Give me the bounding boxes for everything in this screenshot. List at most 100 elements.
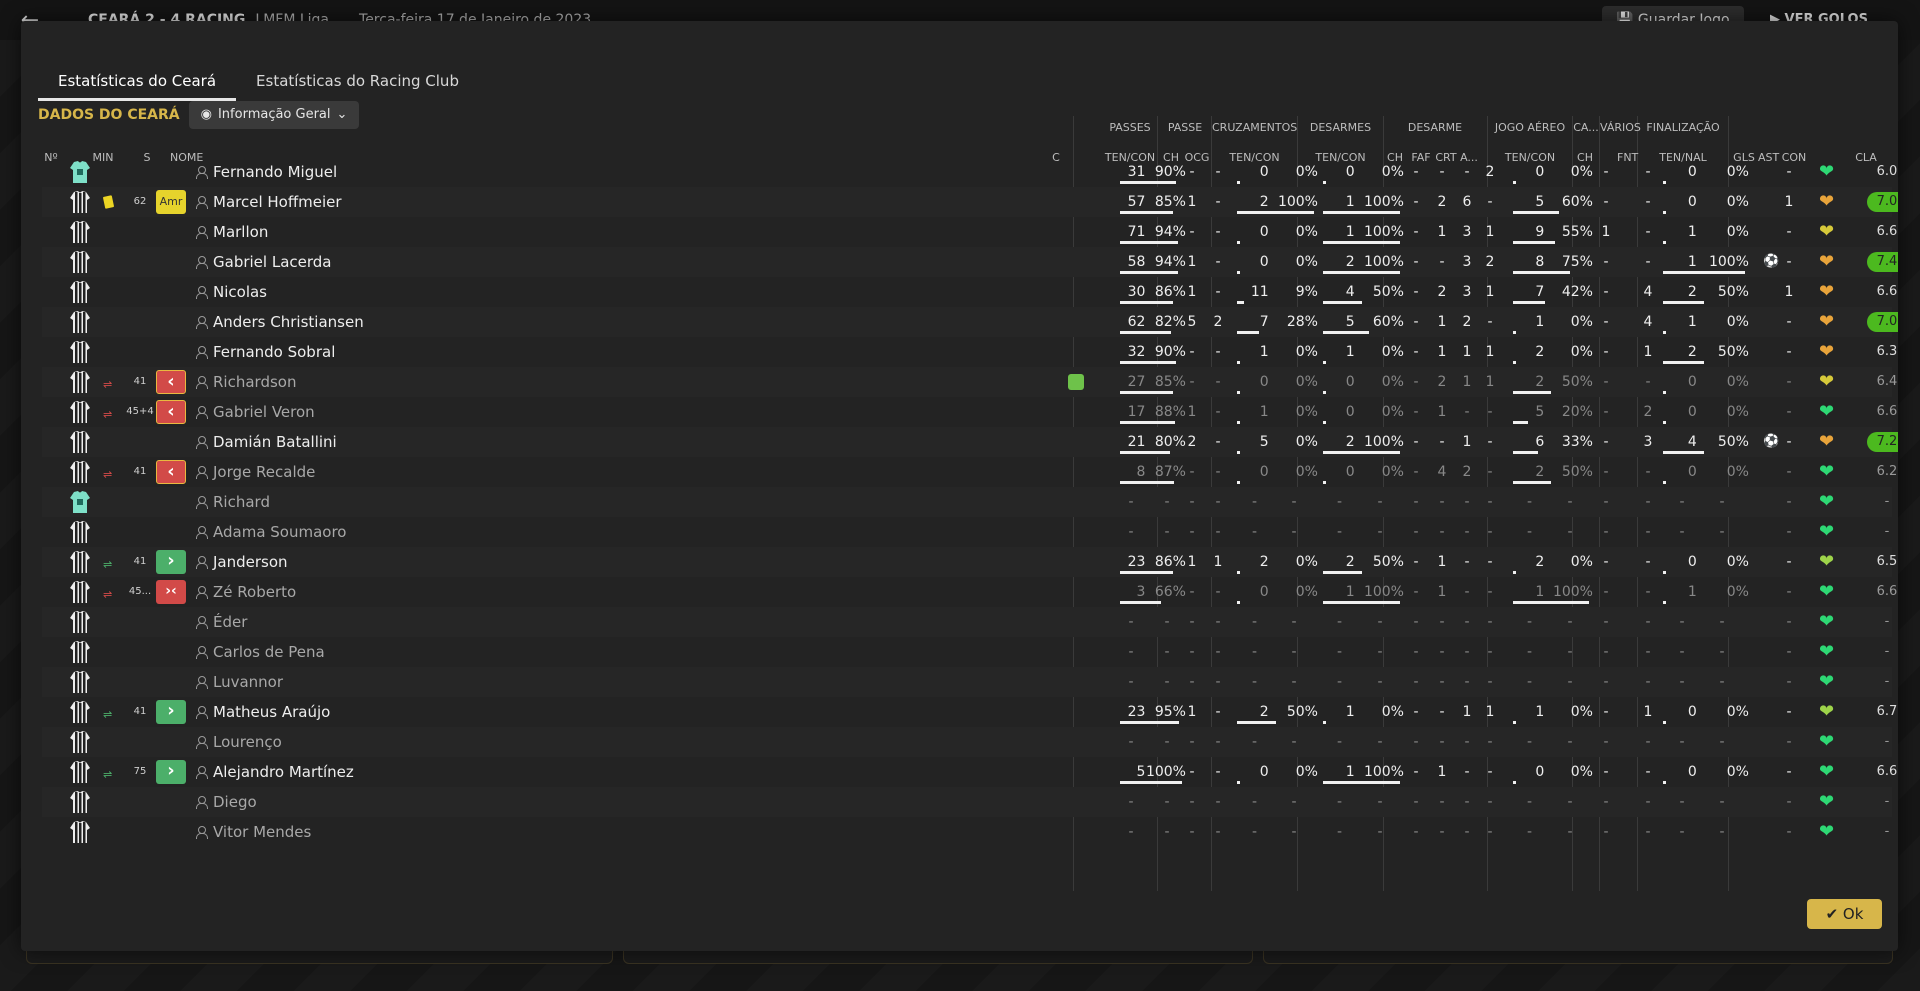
player-rating: 6.5 (1876, 554, 1898, 569)
various-fnt: 1 (1643, 704, 1653, 720)
table-row[interactable]: Lourenço - - - - - - - - - - - - - - - - - - - ❤ - (42, 727, 1892, 757)
player-name[interactable]: Fernando Miguel (213, 157, 337, 187)
assists: - (1786, 164, 1792, 180)
empty-value: - (1413, 644, 1419, 660)
table-row[interactable]: ⇌ 45+4 ‹ Gabriel Veron 17 88% 1-1 0% 0 0% -1- -5 20%… (42, 397, 1897, 427)
table-row[interactable]: ⇌ 75 › Alejandro Martínez 5 100% - -0 0% 1 100% -1-… (42, 757, 1897, 787)
table-row[interactable]: Carlos de Pena - - - - - - - - - - - - - - - - - - - ❤ - (42, 637, 1892, 667)
table-row[interactable]: 62 Amr Marcel Hoffmeier 57 85% 1-2 100% 1 100% -2… (42, 187, 1898, 217)
table-row[interactable]: Luvannor - - - - - - - - - - - - - - - - - - - ❤ - (42, 667, 1892, 697)
fouls-committed: - (1464, 584, 1470, 600)
view-dropdown[interactable]: ◉ Informação Geral ⌄ (188, 101, 360, 129)
table-row[interactable]: Nicolas 30 86% 1-11 9% 4 50% -2 3 1 7 42% -4 2 50% 1 ❤ 6.… (42, 277, 1897, 307)
table-row[interactable]: Richard - - - - - - - - - - - - - - - - - - - ❤ - (42, 487, 1892, 517)
empty-value: - (1291, 824, 1297, 840)
tackles-a: - (1487, 434, 1493, 450)
passes-key: - (1189, 224, 1195, 240)
player-name[interactable]: Vitor Mendes (213, 817, 311, 847)
crosses-percent: 0% (1295, 344, 1318, 360)
player-shirt-icon (70, 221, 90, 243)
table-row[interactable]: Anders Christiansen 62 82% 5 2 7 28% 5 60% -1 2-1 0… (42, 307, 1898, 337)
empty-value: - (1487, 824, 1493, 840)
tackles-key: - (1413, 164, 1419, 180)
fouls-suffered: 1 (1437, 404, 1447, 420)
fouls-suffered: 2 (1437, 374, 1447, 390)
table-row[interactable]: ⇌ 41 ‹ Jorge Recalde 8 87% - -0 0% 0 0% -4 2-2 50% - -0… (42, 457, 1897, 487)
passes-key: 5 (1187, 314, 1197, 330)
table-row[interactable]: Éder - - - - - - - - - - - - - - - - - - - ❤ - (42, 607, 1892, 637)
player-name[interactable]: Anders Christiansen (213, 307, 364, 337)
player-rating: 6.3 (1876, 344, 1898, 359)
table-row[interactable]: Fernando Miguel 31 90% - -0 0% 0 0% - - -2 0 0% - -0 0%… (42, 157, 1897, 187)
assists: - (1786, 464, 1792, 480)
player-name[interactable]: Marllon (213, 217, 268, 247)
tackles-percent: 0% (1381, 164, 1404, 180)
sub-header: DADOS DO CEARÁ ◉ Informação Geral ⌄ (38, 82, 438, 129)
table-row[interactable]: Diego - - - - - - - - - - - - - - - - - - - ❤ - (42, 787, 1892, 817)
sub-minute: 62 (133, 196, 147, 207)
player-name[interactable]: Éder (213, 607, 247, 637)
table-row[interactable]: Marllon 71 94% - -0 0% 1 100% -1 3 1 9 55% 1-1 0% - ❤ 6.6 (42, 217, 1897, 247)
player-name[interactable]: Gabriel Lacerda (213, 247, 331, 277)
crosses-percent: 0% (1295, 584, 1318, 600)
aerial-success-bar (1513, 271, 1570, 274)
player-name[interactable]: Jorge Recalde (213, 457, 315, 487)
empty-value: - (1786, 734, 1792, 750)
table-row[interactable]: ⇌ 41 › Janderson 23 86% 1 1 2 0% 2 50% -1- -2 0% - -0 0% -… (42, 547, 1897, 577)
table-row[interactable]: Damián Batallini 21 80% 2-5 0% 2 100% - -1-6 33% -… (42, 427, 1898, 457)
various-fnt: 2 (1643, 404, 1653, 420)
player-shirt-icon (70, 641, 90, 663)
condition-heart-icon: ❤ (1819, 821, 1835, 842)
empty-value: - (1291, 734, 1297, 750)
crosses-success-bar (1237, 571, 1240, 574)
tackles-key: - (1413, 314, 1419, 330)
fouls-committed: 1 (1462, 374, 1472, 390)
table-row[interactable]: ⇌ 41 › Matheus Araújo 23 95% 1-2 50% 1 0% - -1 1 1 0% -… (42, 697, 1897, 727)
group-header-passes: PASSES (1109, 121, 1151, 134)
table-row[interactable]: Adama Soumaoro - - - - - - - - - - - - - - - - - - - ❤ - (42, 517, 1892, 547)
player-name[interactable]: Matheus Araújo (213, 697, 330, 727)
aerial-success-bar (1513, 181, 1516, 184)
player-name[interactable]: Luvannor (213, 667, 283, 697)
player-name[interactable]: Janderson (213, 547, 288, 577)
player-rating: 6.0 (1876, 164, 1898, 179)
player-name[interactable]: Gabriel Veron (213, 397, 315, 427)
player-name[interactable]: Richard (213, 487, 270, 517)
player-name[interactable]: Richardson (213, 367, 296, 397)
player-shirt-icon (70, 551, 90, 573)
table-row[interactable]: Vitor Mendes - - - - - - - - - - - - - - - - - - - ❤ - (42, 817, 1892, 847)
tackles-key: - (1413, 224, 1419, 240)
ca-value: - (1603, 254, 1609, 270)
player-name[interactable]: Damián Batallini (213, 427, 337, 457)
table-row[interactable]: ⇌ 41 ‹ Richardson 27 85% - -0 0% 0 0% -2 1 1 2 50% - -0 0%… (42, 367, 1897, 397)
aerial-percent: 0% (1570, 554, 1593, 570)
sub-minute: 41 (133, 376, 147, 387)
passes-success-bar (1120, 571, 1174, 574)
person-icon (196, 346, 208, 359)
player-name[interactable]: Diego (213, 787, 257, 817)
player-name[interactable]: Fernando Sobral (213, 337, 335, 367)
player-name[interactable]: Zé Roberto (213, 577, 296, 607)
passes-chances: - (1215, 764, 1221, 780)
empty-value: - (1413, 674, 1419, 690)
player-name[interactable]: Lourenço (213, 727, 282, 757)
condition-heart-icon: ❤ (1819, 311, 1835, 332)
empty-value: - (1164, 644, 1170, 660)
aerial-percent: 20% (1561, 404, 1593, 420)
empty-value: - (1291, 644, 1297, 660)
empty-value: - (1464, 644, 1470, 660)
player-name[interactable]: Marcel Hoffmeier (213, 187, 342, 217)
table-row[interactable]: Gabriel Lacerda 58 94% 1-0 0% 2 100% - -3 2 8 75% - -… (42, 247, 1898, 277)
player-name[interactable]: Nicolas (213, 277, 267, 307)
ok-button[interactable]: ✔ Ok (1807, 899, 1882, 929)
table-row[interactable]: ⇌ 45... ›‹ Zé Roberto 3 66% - -0 0% 1 100% -1- -1 100… (42, 577, 1897, 607)
assists: - (1786, 584, 1792, 600)
tackles-success-bar (1323, 721, 1326, 724)
table-row[interactable]: Fernando Sobral 32 90% - -1 0% 1 0% -1 1 1 2 0% -1 2 50… (42, 337, 1897, 367)
person-icon (196, 616, 208, 629)
sub-minute: 75 (133, 766, 147, 777)
player-name[interactable]: Carlos de Pena (213, 637, 325, 667)
player-name[interactable]: Adama Soumaoro (213, 517, 346, 547)
player-name[interactable]: Alejandro Martínez (213, 757, 354, 787)
tackles-a: - (1487, 404, 1493, 420)
